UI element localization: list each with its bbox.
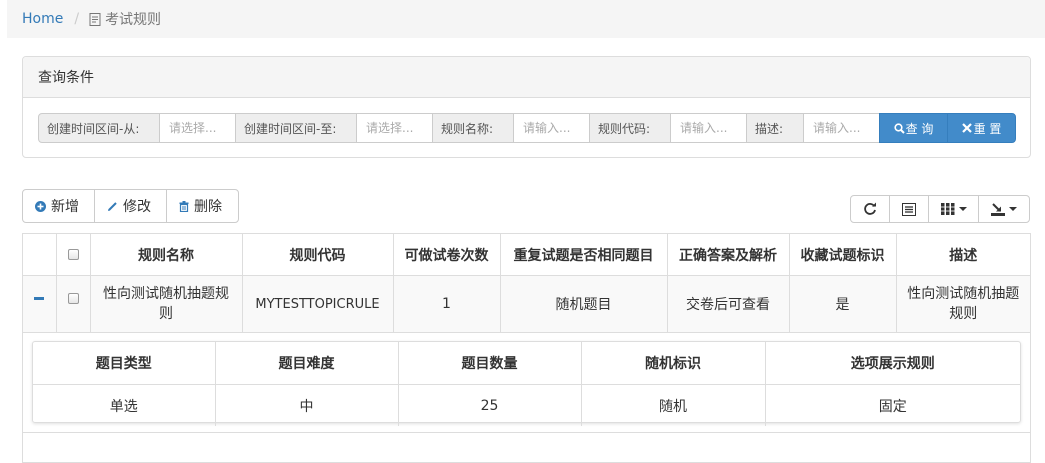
refresh-icon xyxy=(864,202,876,215)
column-header[interactable]: 正确答案及解析 xyxy=(666,234,790,276)
reset-button-label: 重 置 xyxy=(973,121,1002,136)
query-button[interactable]: 查 询 xyxy=(879,113,948,143)
close-icon xyxy=(961,123,972,133)
add-button-label: 新增 xyxy=(51,199,79,215)
detail-column-header: 选项展示规则 xyxy=(764,342,1020,385)
table-tools xyxy=(850,195,1030,223)
rule-name-label: 规则名称: xyxy=(432,113,514,143)
created-to-label: 创建时间区间-至: xyxy=(235,113,357,143)
query-button-label: 查 询 xyxy=(905,121,934,136)
detail-column-header: 题目类型 xyxy=(33,342,216,385)
expand-header xyxy=(23,234,57,276)
crud-toolbar: 新增 修改 删除 xyxy=(22,189,239,223)
toggle-view-button[interactable] xyxy=(889,195,929,223)
option-display-value: 固定 xyxy=(764,384,1020,426)
table-cell: 性向测试随机抽题规则 xyxy=(89,275,243,333)
column-header[interactable]: 规则名称 xyxy=(89,234,243,276)
column-header[interactable]: 描述 xyxy=(895,234,1030,276)
detail-table: 题目类型 题目难度 题目数量 随机标识 选项展示规则 单选 中 25 随机 固定 xyxy=(33,342,1020,426)
edit-button-label: 修改 xyxy=(123,199,151,215)
created-to-input[interactable] xyxy=(357,113,432,143)
detail-header-row: 题目类型 题目难度 题目数量 随机标识 选项展示规则 xyxy=(33,342,1020,385)
detail-row: 单选 中 25 随机 固定 xyxy=(33,384,1020,426)
list-icon xyxy=(902,202,916,216)
select-all-checkbox[interactable] xyxy=(67,249,79,260)
minus-icon[interactable] xyxy=(34,296,45,300)
detail-column-header: 题目难度 xyxy=(214,342,399,385)
select-all-header xyxy=(55,234,91,276)
breadcrumb: Home / 考试规则 xyxy=(7,0,1045,38)
rule-code-value: MYTESTTOPICRULE xyxy=(241,275,394,333)
refresh-button[interactable] xyxy=(850,195,890,223)
search-form: 创建时间区间-从: 创建时间区间-至: 规则名称: 规则代码: 描述: 查 询 … xyxy=(38,113,1016,143)
columns-dropdown[interactable] xyxy=(928,195,979,223)
columns-icon xyxy=(940,203,955,215)
rule-code-input[interactable] xyxy=(671,113,746,143)
edit-button[interactable]: 修改 xyxy=(94,189,167,223)
description-label: 描述: xyxy=(746,113,804,143)
column-header[interactable]: 可做试卷次数 xyxy=(392,234,501,276)
breadcrumb-current: 考试规则 xyxy=(89,9,161,29)
breadcrumb-current-label: 考试规则 xyxy=(105,12,162,28)
row-divider xyxy=(23,432,1030,433)
export-dropdown[interactable] xyxy=(978,195,1030,223)
difficulty-value: 中 xyxy=(214,384,399,426)
column-header[interactable]: 规则代码 xyxy=(241,234,394,276)
add-button[interactable]: 新增 xyxy=(22,189,95,223)
description-input[interactable] xyxy=(804,113,879,143)
row-select-cell xyxy=(55,275,91,333)
expand-cell xyxy=(23,275,57,333)
random-flag-value: 随机 xyxy=(580,384,766,426)
detail-column-header: 题目数量 xyxy=(397,342,582,385)
column-header[interactable]: 重复试题是否相同题目 xyxy=(499,234,668,276)
trash-icon xyxy=(179,200,189,212)
created-from-input[interactable] xyxy=(160,113,235,143)
search-panel-title: 查询条件 xyxy=(23,57,1030,98)
chevron-down-icon xyxy=(1009,207,1017,211)
attempts-value: 1 xyxy=(392,275,501,333)
detail-column-header: 随机标识 xyxy=(580,342,766,385)
table-header-row: 规则名称 规则代码 可做试卷次数 重复试题是否相同题目 正确答案及解析 收藏试题… xyxy=(23,234,1030,276)
rule-name-value: 性向测试随机抽题规则 xyxy=(103,286,229,322)
answer-visibility-value: 交卷后可查看 xyxy=(666,275,790,333)
column-header[interactable]: 收藏试题标识 xyxy=(788,234,897,276)
rules-table-container: 规则名称 规则代码 可做试卷次数 重复试题是否相同题目 正确答案及解析 收藏试题… xyxy=(22,233,1031,463)
export-icon xyxy=(991,202,1005,216)
question-type-value: 单选 xyxy=(33,384,216,426)
delete-button[interactable]: 删除 xyxy=(166,189,239,223)
rules-table: 规则名称 规则代码 可做试卷次数 重复试题是否相同题目 正确答案及解析 收藏试题… xyxy=(23,234,1030,333)
description-value: 性向测试随机抽题规则 xyxy=(907,286,1020,322)
delete-button-label: 删除 xyxy=(194,199,222,215)
plus-circle-icon xyxy=(35,200,46,212)
pencil-icon xyxy=(107,201,118,212)
question-count-value: 25 xyxy=(397,384,582,426)
document-icon xyxy=(89,12,101,26)
search-panel: 查询条件 创建时间区间-从: 创建时间区间-至: 规则名称: 规则代码: 描述:… xyxy=(22,56,1031,158)
row-checkbox[interactable] xyxy=(67,292,79,304)
reset-button[interactable]: 重 置 xyxy=(947,113,1016,143)
favorite-flag-value: 是 xyxy=(788,275,897,333)
detail-panel: 题目类型 题目难度 题目数量 随机标识 选项展示规则 单选 中 25 随机 固定 xyxy=(32,341,1021,426)
table-cell: 性向测试随机抽题规则 xyxy=(895,275,1030,333)
chevron-down-icon xyxy=(958,207,967,211)
repeat-rule-value: 随机题目 xyxy=(499,275,668,333)
breadcrumb-separator: / xyxy=(74,11,80,27)
breadcrumb-home-link[interactable]: Home xyxy=(22,11,63,27)
rule-code-label: 规则代码: xyxy=(589,113,671,143)
rule-name-input[interactable] xyxy=(514,113,589,143)
search-icon xyxy=(893,122,905,134)
table-row[interactable]: 性向测试随机抽题规则 MYTESTTOPICRULE 1 随机题目 交卷后可查看… xyxy=(23,275,1030,333)
created-from-label: 创建时间区间-从: xyxy=(38,113,160,143)
